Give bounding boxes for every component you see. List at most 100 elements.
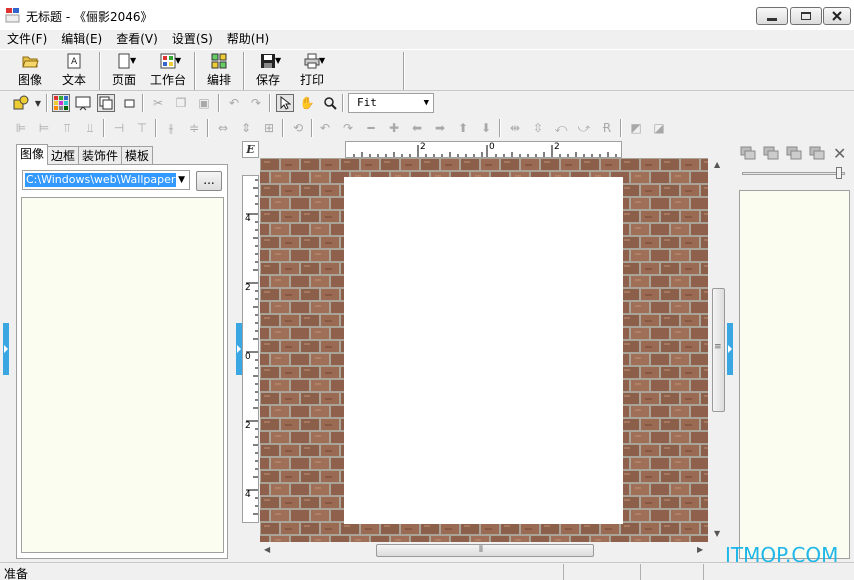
- toolbar-separator: [103, 119, 105, 137]
- toolbar-separator: [269, 94, 271, 112]
- same-size-icon[interactable]: ⊞: [260, 119, 278, 137]
- opacity-slider-track[interactable]: [742, 172, 845, 175]
- scroll-left-icon[interactable]: ◀: [264, 545, 270, 554]
- brick-background[interactable]: [260, 158, 708, 542]
- folder-path-select[interactable]: C:\Windows\web\Wallpaper ▼: [22, 170, 190, 190]
- toolbar-separator: [620, 119, 622, 137]
- menu-help[interactable]: 帮助(H): [220, 30, 276, 48]
- horizontal-scrollbar[interactable]: ◀ ⦀ ▶: [260, 542, 710, 559]
- color-grid-icon[interactable]: [52, 94, 70, 112]
- shapes-dropdown-arrow-icon[interactable]: ▼: [32, 94, 44, 112]
- h-ruler-label: 2: [420, 142, 426, 152]
- close-button[interactable]: [823, 7, 851, 25]
- send-back-icon[interactable]: ◪: [650, 119, 668, 137]
- scroll-right-icon[interactable]: ▶: [697, 545, 703, 554]
- shapes-icon[interactable]: [12, 94, 30, 112]
- scroll-down-icon[interactable]: ▼: [714, 529, 720, 538]
- align-vcenter-icon[interactable]: ⊤: [133, 119, 151, 137]
- vertical-scrollbar[interactable]: ▲ ≡ ▼: [710, 158, 727, 542]
- window-mode-icon[interactable]: [97, 94, 115, 112]
- copy-icon[interactable]: ❐: [172, 94, 190, 112]
- left-panel: 图像 边框 装饰件 模板 C:\Windows\web\Wallpaper ▼ …: [0, 141, 240, 562]
- flip-horizontal-icon[interactable]: ⇹: [506, 119, 524, 137]
- layer-up-icon[interactable]: [763, 146, 779, 160]
- rotate-cw-90-icon[interactable]: ⤻: [575, 119, 593, 137]
- hand-tool-icon[interactable]: ✋: [298, 94, 316, 112]
- canvas-area: E 2 0 2 4 2 0 2 4 ▲ ≡ ▼ ◀ ⦀ ▶: [242, 141, 728, 562]
- right-splitter-handle[interactable]: [727, 323, 733, 375]
- flip-vertical-icon[interactable]: ⇳: [529, 119, 547, 137]
- bring-front-icon[interactable]: ◩: [627, 119, 645, 137]
- tab-template[interactable]: 模板: [121, 146, 154, 165]
- same-width-icon[interactable]: ⇔: [214, 119, 232, 137]
- distribute-h-icon[interactable]: ⫳: [162, 119, 180, 137]
- align-bottom-icon[interactable]: ⫫: [81, 119, 99, 137]
- pointer-tool-icon[interactable]: [276, 94, 294, 112]
- menu-settings[interactable]: 设置(S): [165, 30, 220, 48]
- print-button-label: 打印: [299, 73, 324, 87]
- image-button[interactable]: 图像: [14, 52, 46, 90]
- browse-button[interactable]: ...: [196, 171, 222, 191]
- v-ruler-label: 4: [245, 214, 251, 224]
- toolbar-separator: [194, 52, 196, 90]
- rotate-left-icon[interactable]: ↶: [316, 119, 334, 137]
- redo-icon[interactable]: ↷: [247, 94, 265, 112]
- workbench-dropdown-arrow-icon[interactable]: ▼: [175, 56, 181, 65]
- shrink-icon[interactable]: ━: [362, 119, 380, 137]
- layer-list[interactable]: [739, 190, 850, 559]
- rotate-ccw-90-icon[interactable]: ⤺: [552, 119, 570, 137]
- page-dropdown-arrow-icon[interactable]: ▼: [130, 56, 136, 65]
- move-down-icon[interactable]: ⬇: [477, 119, 495, 137]
- close-icon[interactable]: ✕: [833, 144, 846, 163]
- opacity-slider-knob[interactable]: [836, 167, 842, 179]
- undo-icon[interactable]: ↶: [225, 94, 243, 112]
- move-left-icon[interactable]: ⬅: [408, 119, 426, 137]
- layer-stack-icon[interactable]: [740, 146, 756, 160]
- tab-image[interactable]: 图像: [16, 144, 49, 165]
- layer-down-icon[interactable]: [786, 146, 802, 160]
- maximize-button[interactable]: [790, 7, 822, 25]
- title-bar: 无标题 - 《俪影2046》: [0, 0, 854, 30]
- rotate-right-icon[interactable]: ↷: [339, 119, 357, 137]
- vertical-scroll-thumb[interactable]: ≡: [712, 288, 725, 412]
- grip-icon: ⦀: [479, 545, 483, 555]
- align-top-icon[interactable]: ⫪: [58, 119, 76, 137]
- menu-file[interactable]: 文件(F): [0, 30, 54, 48]
- layer-merge-icon[interactable]: [809, 146, 825, 160]
- align-right-icon[interactable]: ⊨: [35, 119, 53, 137]
- print-dropdown-arrow-icon[interactable]: ▼: [319, 56, 325, 65]
- document-page[interactable]: [344, 177, 623, 524]
- enlarge-icon[interactable]: ✚: [385, 119, 403, 137]
- tab-border[interactable]: 边框: [47, 146, 80, 165]
- slideshow-icon[interactable]: [74, 94, 92, 112]
- move-up-icon[interactable]: ⬆: [454, 119, 472, 137]
- text-button-label: 文本: [61, 73, 86, 87]
- align-left-icon[interactable]: ⊫: [12, 119, 30, 137]
- paste-icon[interactable]: ▣: [195, 94, 213, 112]
- horizontal-scroll-thumb[interactable]: ⦀: [376, 544, 594, 557]
- distribute-v-icon[interactable]: ≑: [185, 119, 203, 137]
- align-hcenter-icon[interactable]: ⊣: [110, 119, 128, 137]
- move-right-icon[interactable]: ➡: [431, 119, 449, 137]
- zoom-tool-icon[interactable]: [321, 94, 339, 112]
- text-button[interactable]: A 文本: [58, 52, 90, 90]
- chevron-down-icon: ▼: [178, 175, 185, 185]
- tab-decoration[interactable]: 装饰件: [78, 146, 123, 165]
- left-panel-collapse-handle[interactable]: [3, 323, 9, 375]
- minimize-button[interactable]: [756, 7, 788, 25]
- workbench-button[interactable]: 工作台: [148, 52, 188, 90]
- main-toolbar: 图像 A 文本 页面 ▼ 工作台 ▼ 编排 保存 ▼ 打印 ▼: [0, 49, 854, 91]
- rotate-free-icon[interactable]: ⟲: [289, 119, 307, 137]
- save-dropdown-arrow-icon[interactable]: ▼: [275, 56, 281, 65]
- image-thumbnail-list[interactable]: [21, 197, 224, 553]
- menu-view[interactable]: 查看(V): [109, 30, 165, 48]
- frame-icon[interactable]: [120, 94, 138, 112]
- layout-button[interactable]: 编排: [203, 52, 235, 90]
- cut-icon[interactable]: ✂: [149, 94, 167, 112]
- zoom-value: Fit: [357, 96, 377, 109]
- menu-edit[interactable]: 编辑(E): [54, 30, 109, 48]
- same-height-icon[interactable]: ⇕: [237, 119, 255, 137]
- rotate-custom-icon[interactable]: Ɍ: [598, 119, 616, 137]
- zoom-select[interactable]: Fit ▼: [348, 93, 434, 113]
- scroll-up-icon[interactable]: ▲: [714, 160, 720, 169]
